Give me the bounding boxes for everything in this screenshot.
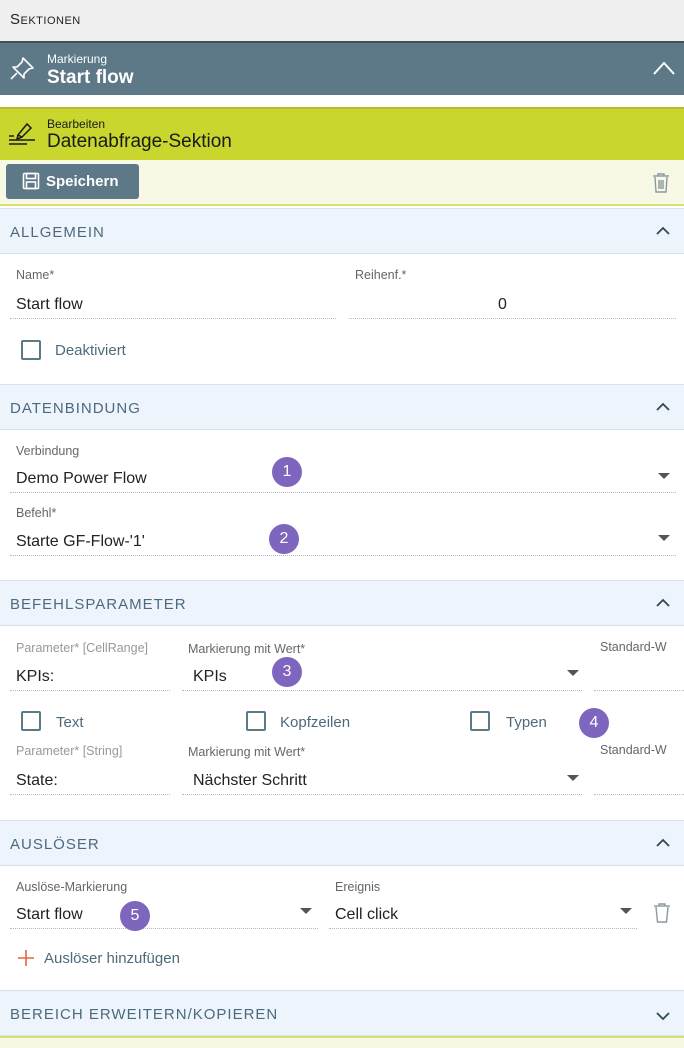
- trash-icon[interactable]: [653, 903, 671, 923]
- trigger-marker-underline: [10, 928, 318, 929]
- connection-label: Verbindung: [16, 444, 80, 458]
- section-extend-header[interactable]: BEREICH ERWEITERN/KOPIEREN: [0, 990, 684, 1036]
- step-badge-3: 3: [272, 657, 302, 687]
- disabled-label: Deaktiviert: [55, 342, 126, 359]
- headers-checkbox[interactable]: [246, 711, 266, 731]
- caret-down-icon[interactable]: [567, 775, 579, 781]
- event-label: Ereignis: [335, 880, 381, 894]
- section-general-header[interactable]: ALLGEMEIN: [0, 208, 684, 254]
- pushpin-icon: [10, 57, 34, 80]
- command-label: Befehl*: [16, 506, 57, 520]
- order-label: Reihenf.*: [355, 268, 407, 282]
- marker-label: Markierung: [47, 52, 108, 66]
- floppy-disk-icon: [22, 172, 40, 190]
- section-binding-title: DATENBINDUNG: [10, 400, 141, 417]
- disabled-checkbox[interactable]: [21, 340, 41, 360]
- chevron-up-icon[interactable]: [656, 838, 670, 848]
- chevron-down-icon[interactable]: [656, 1011, 670, 1021]
- types-checkbox-label: Typen: [506, 714, 547, 731]
- name-input[interactable]: Start flow: [16, 296, 83, 314]
- text-checkbox-label: Text: [56, 714, 84, 731]
- param-underline: [10, 690, 170, 691]
- caret-down-icon[interactable]: [620, 908, 632, 914]
- order-underline: [349, 318, 676, 319]
- save-button[interactable]: Speichern: [6, 164, 139, 199]
- event-underline: [329, 928, 637, 929]
- name-underline: [10, 318, 336, 319]
- step-badge-4: 4: [579, 708, 609, 738]
- edit-pen-icon: [9, 122, 35, 145]
- param-name-input[interactable]: KPIs:: [16, 668, 54, 686]
- panel-title: Sektionen: [0, 0, 684, 41]
- trigger-marker-label: Auslöse-Markierung: [16, 880, 128, 894]
- save-button-label: Speichern: [46, 173, 119, 190]
- types-checkbox[interactable]: [470, 711, 490, 731]
- bottom-strip: [0, 1036, 684, 1048]
- plus-icon: [18, 950, 34, 966]
- default-value-label: Standard-W: [600, 743, 667, 757]
- mark-underline: [182, 794, 582, 795]
- step-badge-5: 5: [120, 901, 150, 931]
- chevron-up-icon[interactable]: [656, 402, 670, 412]
- edit-header: Bearbeiten Datenabfrage-Sektion: [0, 107, 684, 160]
- mark-underline: [182, 690, 582, 691]
- step-badge-2: 2: [269, 524, 299, 554]
- section-triggers-title: AUSLÖSER: [10, 836, 100, 853]
- param-label: Parameter* [CellRange]: [16, 641, 149, 655]
- trigger-marker-select[interactable]: Start flow: [16, 906, 83, 924]
- param-name-input[interactable]: State:: [16, 772, 58, 790]
- edit-title: Datenabfrage-Sektion: [47, 131, 232, 152]
- headers-checkbox-label: Kopfzeilen: [280, 714, 351, 731]
- toolbar: Speichern: [0, 160, 684, 206]
- caret-down-icon[interactable]: [300, 908, 312, 914]
- marker-header[interactable]: Markierung Start flow: [0, 41, 684, 95]
- edit-label: Bearbeiten: [47, 117, 106, 131]
- section-general-title: ALLGEMEIN: [10, 224, 105, 241]
- mark-value-select[interactable]: Nächster Schritt: [193, 772, 307, 790]
- caret-down-icon[interactable]: [658, 473, 670, 479]
- chevron-up-icon[interactable]: [656, 598, 670, 608]
- default-underline: [594, 690, 684, 691]
- mark-value-label: Markierung mit Wert*: [188, 745, 306, 759]
- chevron-up-icon[interactable]: [656, 226, 670, 236]
- command-underline: [10, 555, 676, 556]
- command-select[interactable]: Starte GF-Flow-'1': [16, 533, 145, 551]
- section-params-title: BEFEHLSPARAMETER: [10, 596, 187, 613]
- spacer: [0, 95, 684, 107]
- param-underline: [10, 794, 170, 795]
- text-checkbox[interactable]: [21, 711, 41, 731]
- section-extend-title: BEREICH ERWEITERN/KOPIEREN: [10, 1006, 279, 1023]
- step-badge-1: 1: [272, 457, 302, 487]
- chevron-up-icon[interactable]: [652, 59, 676, 77]
- connection-underline: [10, 492, 676, 493]
- caret-down-icon[interactable]: [567, 670, 579, 676]
- marker-name: Start flow: [47, 67, 134, 88]
- param-label: Parameter* [String]: [16, 744, 123, 758]
- section-binding-header[interactable]: DATENBINDUNG: [0, 384, 684, 430]
- connection-select[interactable]: Demo Power Flow: [16, 470, 147, 488]
- order-input[interactable]: 0: [498, 296, 507, 314]
- event-select[interactable]: Cell click: [335, 906, 398, 924]
- mark-value-select[interactable]: KPIs: [193, 668, 227, 686]
- default-value-label: Standard-W: [600, 640, 667, 654]
- trash-icon[interactable]: [652, 172, 670, 193]
- default-underline: [594, 794, 684, 795]
- section-params-header[interactable]: BEFEHLSPARAMETER: [0, 580, 684, 626]
- name-label: Name*: [16, 268, 55, 282]
- caret-down-icon[interactable]: [658, 535, 670, 541]
- add-trigger-label: Auslöser hinzufügen: [44, 950, 180, 967]
- section-triggers-header[interactable]: AUSLÖSER: [0, 820, 684, 866]
- mark-value-label: Markierung mit Wert*: [188, 642, 306, 656]
